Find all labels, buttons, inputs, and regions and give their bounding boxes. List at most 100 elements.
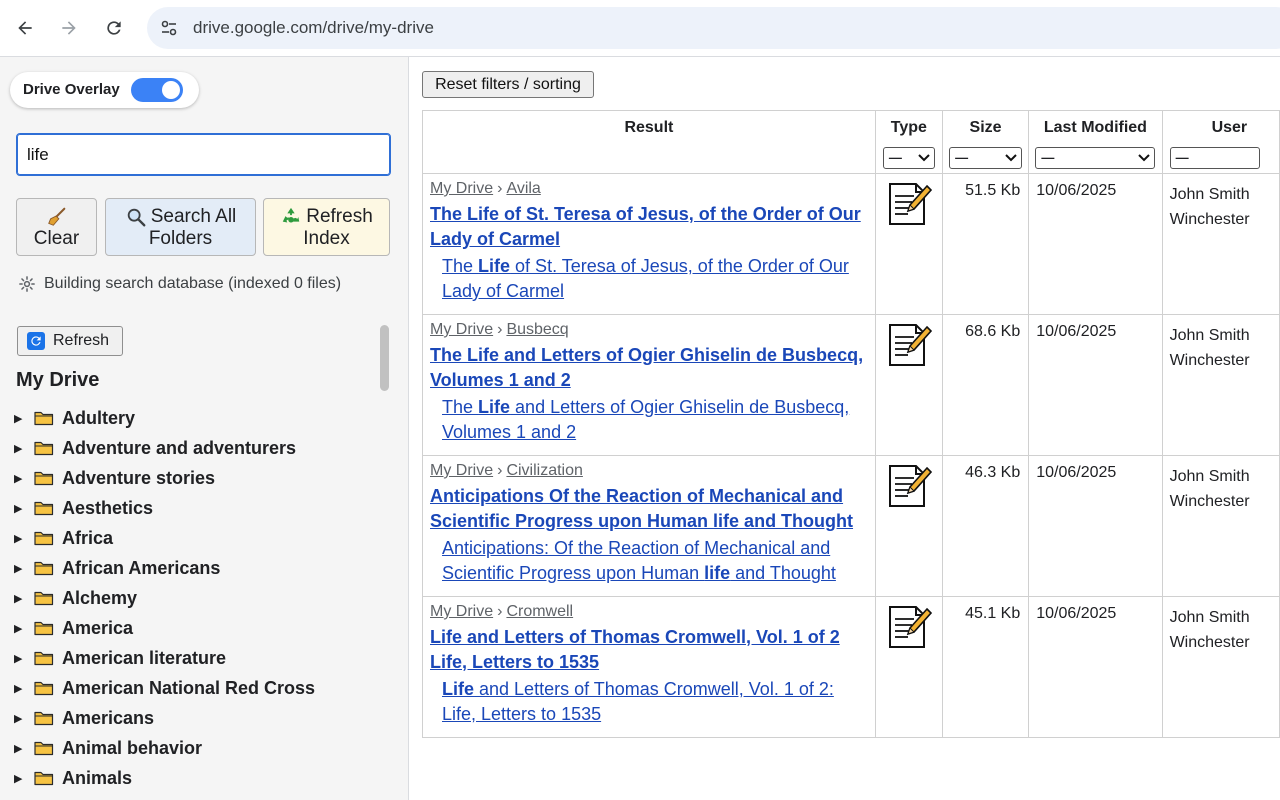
column-header-type[interactable]: Type —	[874, 110, 943, 174]
result-match-link[interactable]: The Life and Letters of Ogier Ghiselin d…	[442, 395, 869, 445]
back-button[interactable]	[9, 12, 41, 44]
crumb-folder-link[interactable]: Avila	[506, 180, 540, 197]
browser-toolbar: drive.google.com/drive/my-drive	[0, 0, 1280, 57]
table-row[interactable]: My Drive › Cromwell Life and Letters of Tho…	[422, 596, 1280, 738]
clear-button[interactable]: Clear	[16, 198, 97, 256]
overlay-sidebar: Drive Overlay Clear Search All Folders	[0, 57, 409, 800]
folder-item[interactable]: ▶ Animals	[14, 763, 315, 793]
result-title-link[interactable]: Anticipations Of the Reaction of Mechani…	[430, 484, 869, 534]
type-filter-select[interactable]: —	[882, 147, 935, 169]
column-header-user[interactable]: User —	[1161, 110, 1280, 174]
size-filter-select[interactable]: —	[949, 147, 1023, 169]
crumb-root-link[interactable]: My Drive	[430, 321, 493, 338]
user-filter-select[interactable]: —	[1169, 147, 1260, 169]
chevron-down-icon	[1138, 154, 1151, 162]
expand-caret-icon[interactable]: ▶	[14, 682, 26, 695]
user-name: John Smith	[1169, 186, 1250, 203]
crumb-root-link[interactable]: My Drive	[430, 180, 493, 197]
result-title-link[interactable]: Life and Letters of Thomas Cromwell, Vol…	[430, 625, 869, 675]
folder-item[interactable]: ▶ Africa	[14, 523, 315, 553]
header-row: Result Type — Size — Last Modified — Use…	[422, 110, 1280, 174]
column-header-size[interactable]: Size —	[941, 110, 1030, 174]
expand-caret-icon[interactable]: ▶	[14, 772, 26, 785]
tree-refresh-button[interactable]: Refresh	[17, 326, 123, 356]
folder-item[interactable]: ▶ Americans	[14, 703, 315, 733]
expand-caret-icon[interactable]: ▶	[14, 502, 26, 515]
tree-title: My Drive	[16, 369, 100, 391]
folder-label: Adventure and adventurers	[62, 437, 297, 458]
crumb-folder-link[interactable]: Cromwell	[506, 603, 573, 620]
folder-icon	[34, 531, 54, 546]
folder-label: American literature	[62, 647, 227, 668]
search-all-label-line1: Search All	[150, 206, 237, 227]
reset-filters-button[interactable]: Reset filters / sorting	[422, 71, 594, 98]
folder-item[interactable]: ▶ American National Red Cross	[14, 673, 315, 703]
folder-icon	[34, 681, 54, 696]
folder-item[interactable]: ▶ Aesthetics	[14, 493, 315, 523]
size-cell: 45.1 Kb	[941, 596, 1030, 738]
crumb-root-link[interactable]: My Drive	[430, 462, 493, 479]
search-input[interactable]	[16, 133, 391, 176]
modified-filter-select[interactable]: —	[1035, 147, 1156, 169]
folder-item[interactable]: ▶ Animal behavior	[14, 733, 315, 763]
expand-caret-icon[interactable]: ▶	[14, 652, 26, 665]
folder-item[interactable]: ▶ Adultery	[14, 403, 315, 433]
result-title-link[interactable]: The Life of St. Teresa of Jesus, of the …	[430, 202, 869, 252]
result-match-link[interactable]: Anticipations: Of the Reaction of Mechan…	[442, 536, 869, 586]
expand-caret-icon[interactable]: ▶	[14, 712, 26, 725]
user-cell: John Smith Winchester	[1161, 173, 1280, 315]
expand-caret-icon[interactable]: ▶	[14, 442, 26, 455]
result-cell: My Drive › Civilization Anticipations Of th…	[422, 455, 876, 597]
search-all-folders-button[interactable]: Search All Folders	[105, 198, 256, 256]
expand-caret-icon[interactable]: ▶	[14, 472, 26, 485]
folder-label: Alchemy	[62, 587, 138, 608]
url-text[interactable]: drive.google.com/drive/my-drive	[193, 18, 434, 38]
folder-item[interactable]: ▶ Alchemy	[14, 583, 315, 613]
crumb-root-link[interactable]: My Drive	[430, 603, 493, 620]
folder-item[interactable]: ▶ American literature	[14, 643, 315, 673]
refresh-index-button[interactable]: Refresh Index	[263, 198, 390, 256]
folder-icon	[34, 651, 54, 666]
folder-label: Americans	[62, 707, 155, 728]
tree-refresh-label: Refresh	[53, 332, 110, 349]
folder-icon	[34, 771, 54, 786]
folder-item[interactable]: ▶ Adventure stories	[14, 463, 315, 493]
folder-item[interactable]: ▶ Adventure and adventurers	[14, 433, 315, 463]
table-row[interactable]: My Drive › Avila The Life of St. Teresa of …	[422, 173, 1280, 315]
expand-caret-icon[interactable]: ▶	[14, 742, 26, 755]
table-row[interactable]: My Drive › Civilization Anticipations Of th…	[422, 455, 1280, 597]
crumb-folder-link[interactable]: Busbecq	[506, 321, 568, 338]
site-settings-icon[interactable]	[159, 18, 179, 38]
match-highlight: life	[704, 563, 731, 583]
user-cell: John Smith Winchester	[1161, 314, 1280, 456]
status-text: Building search database (indexed 0 file…	[44, 275, 342, 292]
broom-icon	[47, 207, 65, 226]
chevron-down-icon	[1005, 154, 1017, 162]
folder-icon	[34, 441, 54, 456]
overlay-toggle[interactable]	[131, 78, 183, 102]
result-cell: My Drive › Busbecq The Life and Letters of …	[422, 314, 876, 456]
crumb-folder-link[interactable]: Civilization	[506, 462, 582, 479]
user-name: John Smith	[1169, 609, 1250, 626]
user-cell: John Smith Winchester	[1161, 455, 1280, 597]
column-header-result[interactable]: Result	[422, 110, 876, 174]
expand-caret-icon[interactable]: ▶	[14, 532, 26, 545]
expand-caret-icon[interactable]: ▶	[14, 562, 26, 575]
address-bar[interactable]: drive.google.com/drive/my-drive	[147, 7, 1280, 49]
expand-caret-icon[interactable]: ▶	[14, 592, 26, 605]
result-match-link[interactable]: Life and Letters of Thomas Cromwell, Vol…	[442, 677, 869, 727]
result-title-link[interactable]: The Life and Letters of Ogier Ghiselin d…	[430, 343, 869, 393]
reload-button[interactable]	[98, 12, 130, 44]
folder-item[interactable]: ▶ America	[14, 613, 315, 643]
result-match-link[interactable]: The Life of St. Teresa of Jesus, of the …	[442, 254, 869, 304]
expand-caret-icon[interactable]: ▶	[14, 412, 26, 425]
expand-caret-icon[interactable]: ▶	[14, 622, 26, 635]
table-row[interactable]: My Drive › Busbecq The Life and Letters of …	[422, 314, 1280, 456]
refresh-index-label-line1: Refresh	[306, 206, 373, 227]
tree-scrollbar[interactable]	[380, 325, 389, 391]
column-header-last-modified[interactable]: Last Modified —	[1028, 110, 1163, 174]
user-location: Winchester	[1169, 211, 1250, 228]
forward-button[interactable]	[53, 12, 85, 44]
folder-item[interactable]: ▶ African Americans	[14, 553, 315, 583]
reload-icon	[107, 21, 121, 35]
